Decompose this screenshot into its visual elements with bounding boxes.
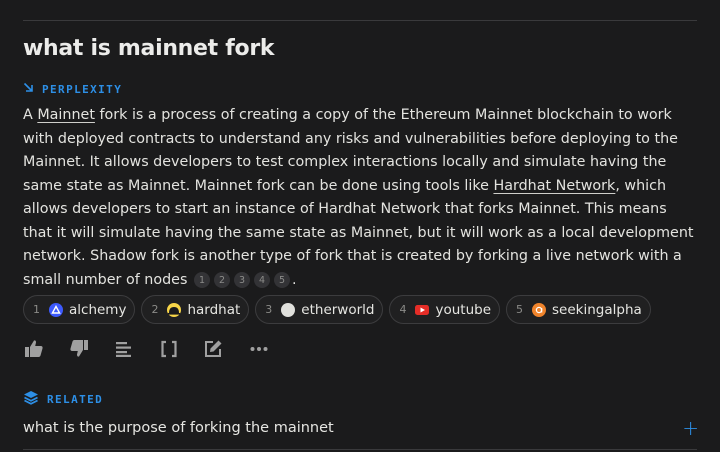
youtube-favicon-icon	[415, 303, 430, 317]
perplexity-section-label: PERPLEXITY	[23, 82, 122, 96]
hardhat-network-link[interactable]: Hardhat Network	[493, 178, 615, 194]
alchemy-favicon-icon	[49, 302, 63, 317]
source-name: etherworld	[301, 301, 375, 318]
edit-icon[interactable]	[203, 338, 224, 359]
citation-badge[interactable]: 4	[253, 272, 270, 289]
source-number: 2	[151, 303, 159, 316]
related-question[interactable]: what is the purpose of forking the mainn…	[23, 418, 699, 438]
source-chips: 1 alchemy 2 hardhat 3 etherworld 4 youtu…	[23, 295, 651, 324]
source-name: alchemy	[69, 301, 127, 318]
answer-segment: A	[23, 107, 38, 123]
source-number: 4	[399, 303, 407, 316]
perplexity-label-text: PERPLEXITY	[42, 82, 123, 96]
arrow-down-right-icon	[23, 82, 34, 96]
thumbs-down-icon[interactable]	[68, 338, 89, 359]
source-name: hardhat	[187, 301, 241, 318]
citation-badge[interactable]: 3	[233, 272, 250, 289]
source-chip-youtube[interactable]: 4 youtube	[389, 295, 501, 324]
answer-end: .	[291, 271, 297, 288]
related-section-label: RELATED	[23, 390, 103, 408]
source-number: 3	[265, 303, 273, 316]
source-chip-seekingalpha[interactable]: 5 seekingalpha	[506, 295, 651, 324]
source-chip-hardhat[interactable]: 2 hardhat	[141, 295, 250, 324]
plus-icon[interactable]: +	[682, 418, 699, 438]
brackets-icon[interactable]	[158, 338, 179, 359]
source-chip-etherworld[interactable]: 3 etherworld	[255, 295, 384, 324]
related-label-text: RELATED	[47, 392, 104, 406]
top-divider	[23, 20, 697, 21]
source-chip-alchemy[interactable]: 1 alchemy	[23, 295, 136, 324]
source-name: seekingalpha	[552, 301, 642, 318]
seekingalpha-favicon-icon	[532, 302, 547, 317]
mainnet-link[interactable]: Mainnet	[37, 107, 95, 123]
more-icon[interactable]	[248, 338, 269, 359]
source-number: 1	[33, 303, 40, 316]
citation-badge[interactable]: 1	[193, 272, 210, 289]
thumbs-up-icon[interactable]	[23, 338, 44, 359]
hardhat-favicon-icon	[167, 302, 182, 317]
answer-actions	[23, 338, 269, 359]
source-name: youtube	[435, 301, 492, 318]
etherworld-favicon-icon	[281, 302, 296, 317]
answer-segment: , which allows developers to start an in…	[23, 177, 694, 288]
related-question-text: what is the purpose of forking the mainn…	[23, 420, 334, 436]
search-result-page: what is mainnet fork PERPLEXITY A Mainne…	[0, 0, 720, 452]
layers-icon	[23, 390, 39, 408]
bottom-divider	[23, 449, 697, 450]
text-lines-icon[interactable]	[113, 338, 134, 359]
citation-badge[interactable]: 2	[213, 272, 230, 289]
source-number: 5	[516, 303, 524, 316]
answer-text: A Mainnet fork is a process of creating …	[23, 104, 695, 292]
query-title: what is mainnet fork	[23, 36, 275, 61]
citation-badge[interactable]: 5	[273, 272, 290, 289]
